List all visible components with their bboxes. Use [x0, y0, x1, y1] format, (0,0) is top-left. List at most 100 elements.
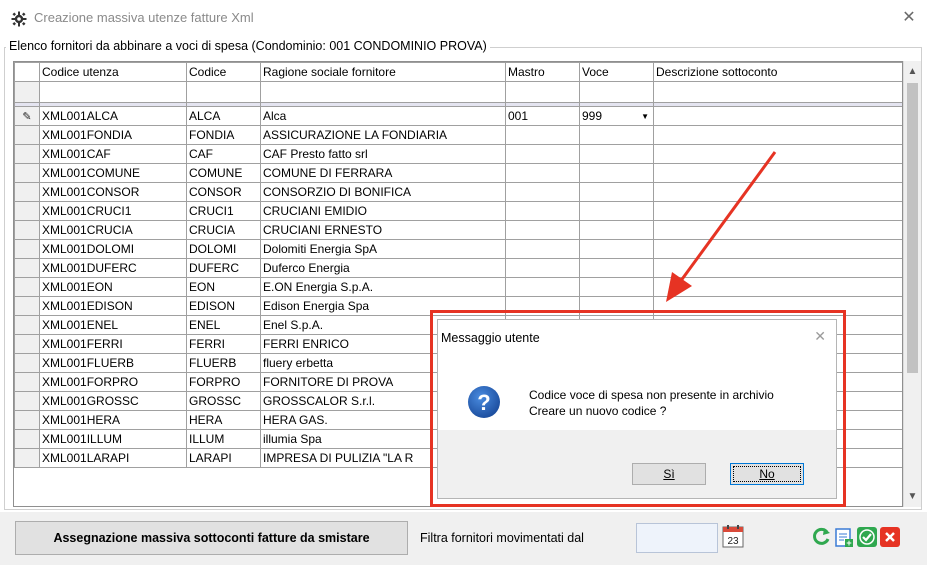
cell-codice-utenza[interactable]: XML001CRUCI1 [39, 201, 187, 221]
header-codice[interactable]: Codice [186, 62, 261, 82]
scroll-thumb[interactable] [907, 83, 918, 373]
calendar-icon[interactable]: 23 [722, 524, 744, 548]
cell-voce[interactable] [579, 163, 654, 183]
cell-codice-utenza[interactable]: XML001COMUNE [39, 163, 187, 183]
cell-codice-utenza[interactable]: XML001GROSSC [39, 391, 187, 411]
cell-voce[interactable] [579, 258, 654, 278]
table-row[interactable]: XML001CRUCI1 CRUCI1 CRUCIANI EMIDIO [14, 201, 902, 221]
row-indicator[interactable] [14, 144, 40, 164]
scroll-down-icon[interactable]: ▼ [904, 488, 921, 505]
row-indicator[interactable] [14, 296, 40, 316]
row-indicator[interactable] [14, 410, 40, 430]
cell-descrizione[interactable] [653, 163, 902, 183]
cell-mastro[interactable] [505, 220, 580, 240]
row-indicator[interactable] [14, 277, 40, 297]
cell-codice[interactable]: CRUCI1 [186, 201, 261, 221]
cell-descrizione[interactable] [653, 144, 902, 164]
cancel-icon[interactable] [880, 526, 900, 548]
cell-mastro[interactable] [505, 182, 580, 202]
cell-mastro[interactable] [505, 239, 580, 259]
cell-voce[interactable] [579, 201, 654, 221]
cell-ragione-sociale[interactable]: COMUNE DI FERRARA [260, 163, 506, 183]
mass-assign-button[interactable]: Assegnazione massiva sottoconti fatture … [15, 521, 408, 555]
cell-ragione-sociale[interactable]: Alca [260, 106, 506, 126]
header-codice-utenza[interactable]: Codice utenza [39, 62, 187, 82]
table-row[interactable]: XML001CRUCIA CRUCIA CRUCIANI ERNESTO [14, 220, 902, 240]
cell-codice-utenza[interactable]: XML001ILLUM [39, 429, 187, 449]
cell-voce[interactable]: 999 ▼ [579, 106, 654, 126]
cell-codice[interactable]: EDISON [186, 296, 261, 316]
cell-voce[interactable] [579, 220, 654, 240]
cell-mastro[interactable] [505, 144, 580, 164]
cell-codice[interactable]: ENEL [186, 315, 261, 335]
cell-codice-utenza[interactable]: XML001ENEL [39, 315, 187, 335]
row-indicator[interactable] [14, 334, 40, 354]
filter-cell[interactable] [653, 81, 902, 103]
filter-cell[interactable] [186, 81, 261, 103]
cell-codice[interactable]: FERRI [186, 334, 261, 354]
cell-ragione-sociale[interactable]: Duferco Energia [260, 258, 506, 278]
filter-cell[interactable] [260, 81, 506, 103]
cell-codice[interactable]: FORPRO [186, 372, 261, 392]
row-indicator[interactable] [14, 391, 40, 411]
scroll-up-icon[interactable]: ▲ [904, 63, 921, 80]
row-indicator[interactable]: ✎ [14, 106, 40, 126]
cell-ragione-sociale[interactable]: CRUCIANI EMIDIO [260, 201, 506, 221]
confirm-icon[interactable] [857, 526, 877, 548]
row-indicator[interactable] [14, 353, 40, 373]
cell-descrizione[interactable] [653, 182, 902, 202]
cell-codice[interactable]: COMUNE [186, 163, 261, 183]
cell-ragione-sociale[interactable]: E.ON Energia S.p.A. [260, 277, 506, 297]
cell-descrizione[interactable] [653, 201, 902, 221]
row-indicator[interactable] [14, 163, 40, 183]
filter-cell[interactable] [39, 81, 187, 103]
cell-descrizione[interactable] [653, 239, 902, 259]
cell-codice-utenza[interactable]: XML001DUFERC [39, 258, 187, 278]
cell-codice[interactable]: FLUERB [186, 353, 261, 373]
cell-voce[interactable] [579, 182, 654, 202]
cell-codice-utenza[interactable]: XML001HERA [39, 410, 187, 430]
cell-mastro[interactable] [505, 201, 580, 221]
cell-codice[interactable]: CONSOR [186, 182, 261, 202]
header-descrizione[interactable]: Descrizione sottoconto [653, 62, 902, 82]
cell-ragione-sociale[interactable]: CRUCIANI ERNESTO [260, 220, 506, 240]
header-voce[interactable]: Voce [579, 62, 654, 82]
header-mastro[interactable]: Mastro [505, 62, 580, 82]
cell-descrizione[interactable] [653, 220, 902, 240]
cell-codice-utenza[interactable]: XML001FERRI [39, 334, 187, 354]
cell-codice[interactable]: LARAPI [186, 448, 261, 468]
cell-voce[interactable] [579, 125, 654, 145]
cell-codice[interactable]: ILLUM [186, 429, 261, 449]
cell-ragione-sociale[interactable]: Dolomiti Energia SpA [260, 239, 506, 259]
row-indicator[interactable] [14, 429, 40, 449]
cell-descrizione[interactable] [653, 125, 902, 145]
window-close-button[interactable]: ✕ [899, 8, 919, 28]
cell-codice-utenza[interactable]: XML001FORPRO [39, 372, 187, 392]
cell-codice[interactable]: CRUCIA [186, 220, 261, 240]
cell-descrizione[interactable] [653, 106, 902, 126]
cell-codice[interactable]: EON [186, 277, 261, 297]
cell-codice-utenza[interactable]: XML001EON [39, 277, 187, 297]
refresh-icon[interactable] [811, 526, 831, 548]
cell-voce[interactable] [579, 239, 654, 259]
cell-mastro[interactable] [505, 277, 580, 297]
table-row[interactable]: XML001CAF CAF CAF Presto fatto srl [14, 144, 902, 164]
row-indicator[interactable] [14, 125, 40, 145]
cell-codice-utenza[interactable]: XML001FLUERB [39, 353, 187, 373]
cell-codice[interactable]: FONDIA [186, 125, 261, 145]
table-row[interactable]: XML001FONDIA FONDIA ASSICURAZIONE LA FONDI… [14, 125, 902, 145]
cell-mastro[interactable] [505, 258, 580, 278]
row-indicator[interactable] [14, 372, 40, 392]
row-indicator[interactable] [14, 182, 40, 202]
add-record-icon[interactable]: + [834, 526, 854, 548]
cell-codice-utenza[interactable]: XML001CRUCIA [39, 220, 187, 240]
cell-codice[interactable]: DUFERC [186, 258, 261, 278]
cell-codice[interactable]: DOLOMI [186, 239, 261, 259]
cell-codice[interactable]: HERA [186, 410, 261, 430]
cell-codice-utenza[interactable]: XML001DOLOMI [39, 239, 187, 259]
row-indicator[interactable] [14, 220, 40, 240]
row-indicator[interactable] [14, 448, 40, 468]
table-row[interactable]: XML001DOLOMI DOLOMI Dolomiti Energia SpA [14, 239, 902, 259]
row-indicator[interactable] [14, 201, 40, 221]
cell-mastro[interactable] [505, 163, 580, 183]
